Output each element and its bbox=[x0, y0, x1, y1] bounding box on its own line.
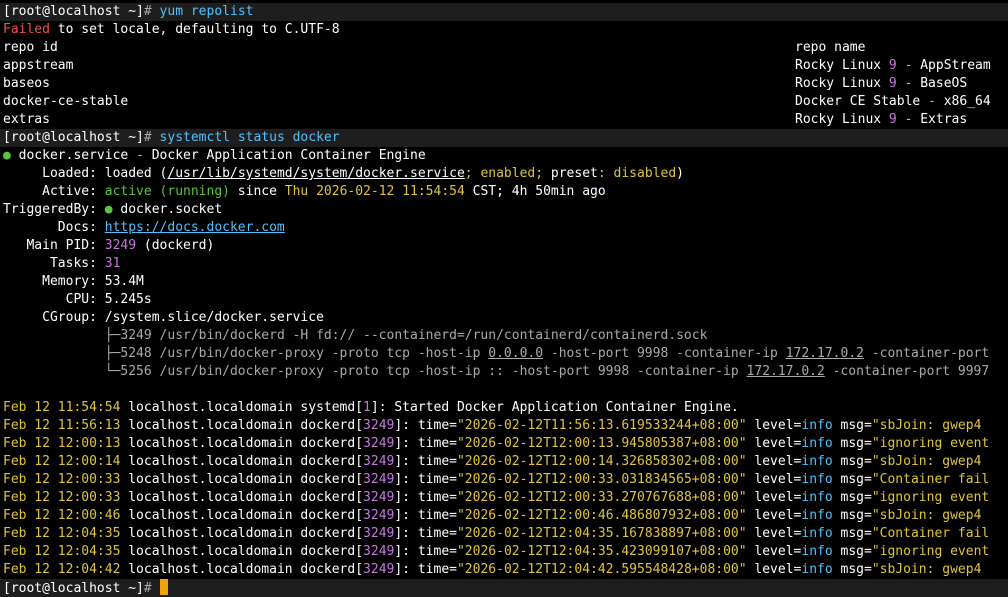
repo-header-name: repo name bbox=[795, 40, 866, 55]
repo-id: extras bbox=[3, 112, 50, 127]
journal-line: Feb 12 12:00:33 localhost.localdomain do… bbox=[3, 490, 990, 505]
memory-row: Memory: 53.4M bbox=[3, 274, 144, 289]
tasks-row: Tasks: 31 bbox=[3, 256, 121, 271]
repo-id: baseos bbox=[3, 76, 50, 91]
loaded-row: Loaded: loaded (/usr/lib/systemd/system/… bbox=[3, 166, 684, 181]
repo-header-id: repo id bbox=[3, 40, 58, 55]
prompt-line[interactable]: [root@localhost ~]# bbox=[0, 579, 1008, 597]
command-systemctl: systemctl status docker bbox=[159, 130, 340, 145]
cpu-row: CPU: 5.245s bbox=[3, 292, 152, 307]
prompt: [root@localhost ~] bbox=[3, 581, 144, 596]
prompt-line: [root@localhost ~]# yum repolist bbox=[0, 3, 1008, 21]
command-yum: yum repolist bbox=[159, 4, 254, 19]
cursor bbox=[159, 579, 168, 595]
repo-name: Rocky Linux 9 - BaseOS bbox=[795, 76, 968, 91]
failed-text: Failed bbox=[3, 22, 50, 37]
socket-bullet-icon: ● bbox=[104, 202, 113, 217]
journal-line: Feb 12 11:54:54 localhost.localdomain sy… bbox=[3, 400, 739, 415]
prompt-line: [root@localhost ~]# systemctl status doc… bbox=[0, 129, 1008, 147]
repo-id: docker-ce-stable bbox=[3, 94, 129, 109]
active-row: Active: active (running) since Thu 2026-… bbox=[3, 184, 606, 199]
journal-line: Feb 12 12:04:35 localhost.localdomain do… bbox=[3, 526, 990, 541]
docs-link[interactable]: https://docs.docker.com bbox=[105, 220, 285, 235]
repo-name: Rocky Linux 9 - Extras bbox=[795, 112, 968, 127]
journal-line: Feb 12 11:56:13 localhost.localdomain do… bbox=[3, 418, 982, 433]
status-bullet-icon: ● bbox=[3, 148, 11, 163]
prompt-hash: # bbox=[143, 4, 152, 19]
repo-id: appstream bbox=[3, 58, 74, 73]
service-header: ● docker.service - Docker Application Co… bbox=[3, 148, 426, 163]
terminal-window[interactable]: [root@localhost ~]# yum repolist Failed … bbox=[0, 0, 1008, 597]
active-state: active (running) bbox=[104, 184, 230, 199]
cgroup-tree-item: ├─5248 /usr/bin/docker-proxy -proto tcp … bbox=[3, 346, 990, 361]
unit-description: Docker Application Container Engine bbox=[151, 148, 426, 163]
journal-line: Feb 12 12:00:13 localhost.localdomain do… bbox=[3, 436, 990, 451]
cgroup-row: CGroup: /system.slice/docker.service bbox=[3, 310, 324, 325]
journal-line: Feb 12 12:04:35 localhost.localdomain do… bbox=[3, 544, 990, 559]
locale-message: to set locale, defaulting to C.UTF-8 bbox=[49, 22, 340, 37]
prompt-hash: # bbox=[143, 581, 152, 596]
prompt-hash: # bbox=[143, 130, 152, 145]
since-date: Thu 2026-02-12 11:54:54 bbox=[284, 184, 465, 199]
pid-row: Main PID: 3249 (dockerd) bbox=[3, 238, 215, 253]
locale-warning: Failed to set locale, defaulting to C.UT… bbox=[3, 21, 340, 39]
prompt: [root@localhost ~] bbox=[3, 4, 144, 19]
journal-line: Feb 12 12:04:42 localhost.localdomain do… bbox=[3, 562, 982, 577]
cgroup-tree-item: ├─3249 /usr/bin/dockerd -H fd:// --conta… bbox=[3, 328, 708, 343]
prompt: [root@localhost ~] bbox=[3, 130, 144, 145]
triggered-row: TriggeredBy: ● docker.socket bbox=[3, 202, 223, 217]
repo-name: Rocky Linux 9 - AppStream bbox=[795, 58, 991, 73]
docs-row: Docs: https://docs.docker.com bbox=[3, 220, 285, 235]
journal-line: Feb 12 12:00:33 localhost.localdomain do… bbox=[3, 472, 990, 487]
journal-line: Feb 12 12:00:14 localhost.localdomain do… bbox=[3, 454, 982, 469]
unit-file-path[interactable]: /usr/lib/systemd/system/docker.service bbox=[167, 166, 464, 181]
repo-name: Docker CE Stable - x86_64 bbox=[795, 94, 991, 109]
unit-name: docker.service bbox=[18, 148, 129, 163]
cgroup-tree-item: └─5256 /usr/bin/docker-proxy -proto tcp … bbox=[3, 364, 990, 379]
journal-line: Feb 12 12:00:46 localhost.localdomain do… bbox=[3, 508, 982, 523]
